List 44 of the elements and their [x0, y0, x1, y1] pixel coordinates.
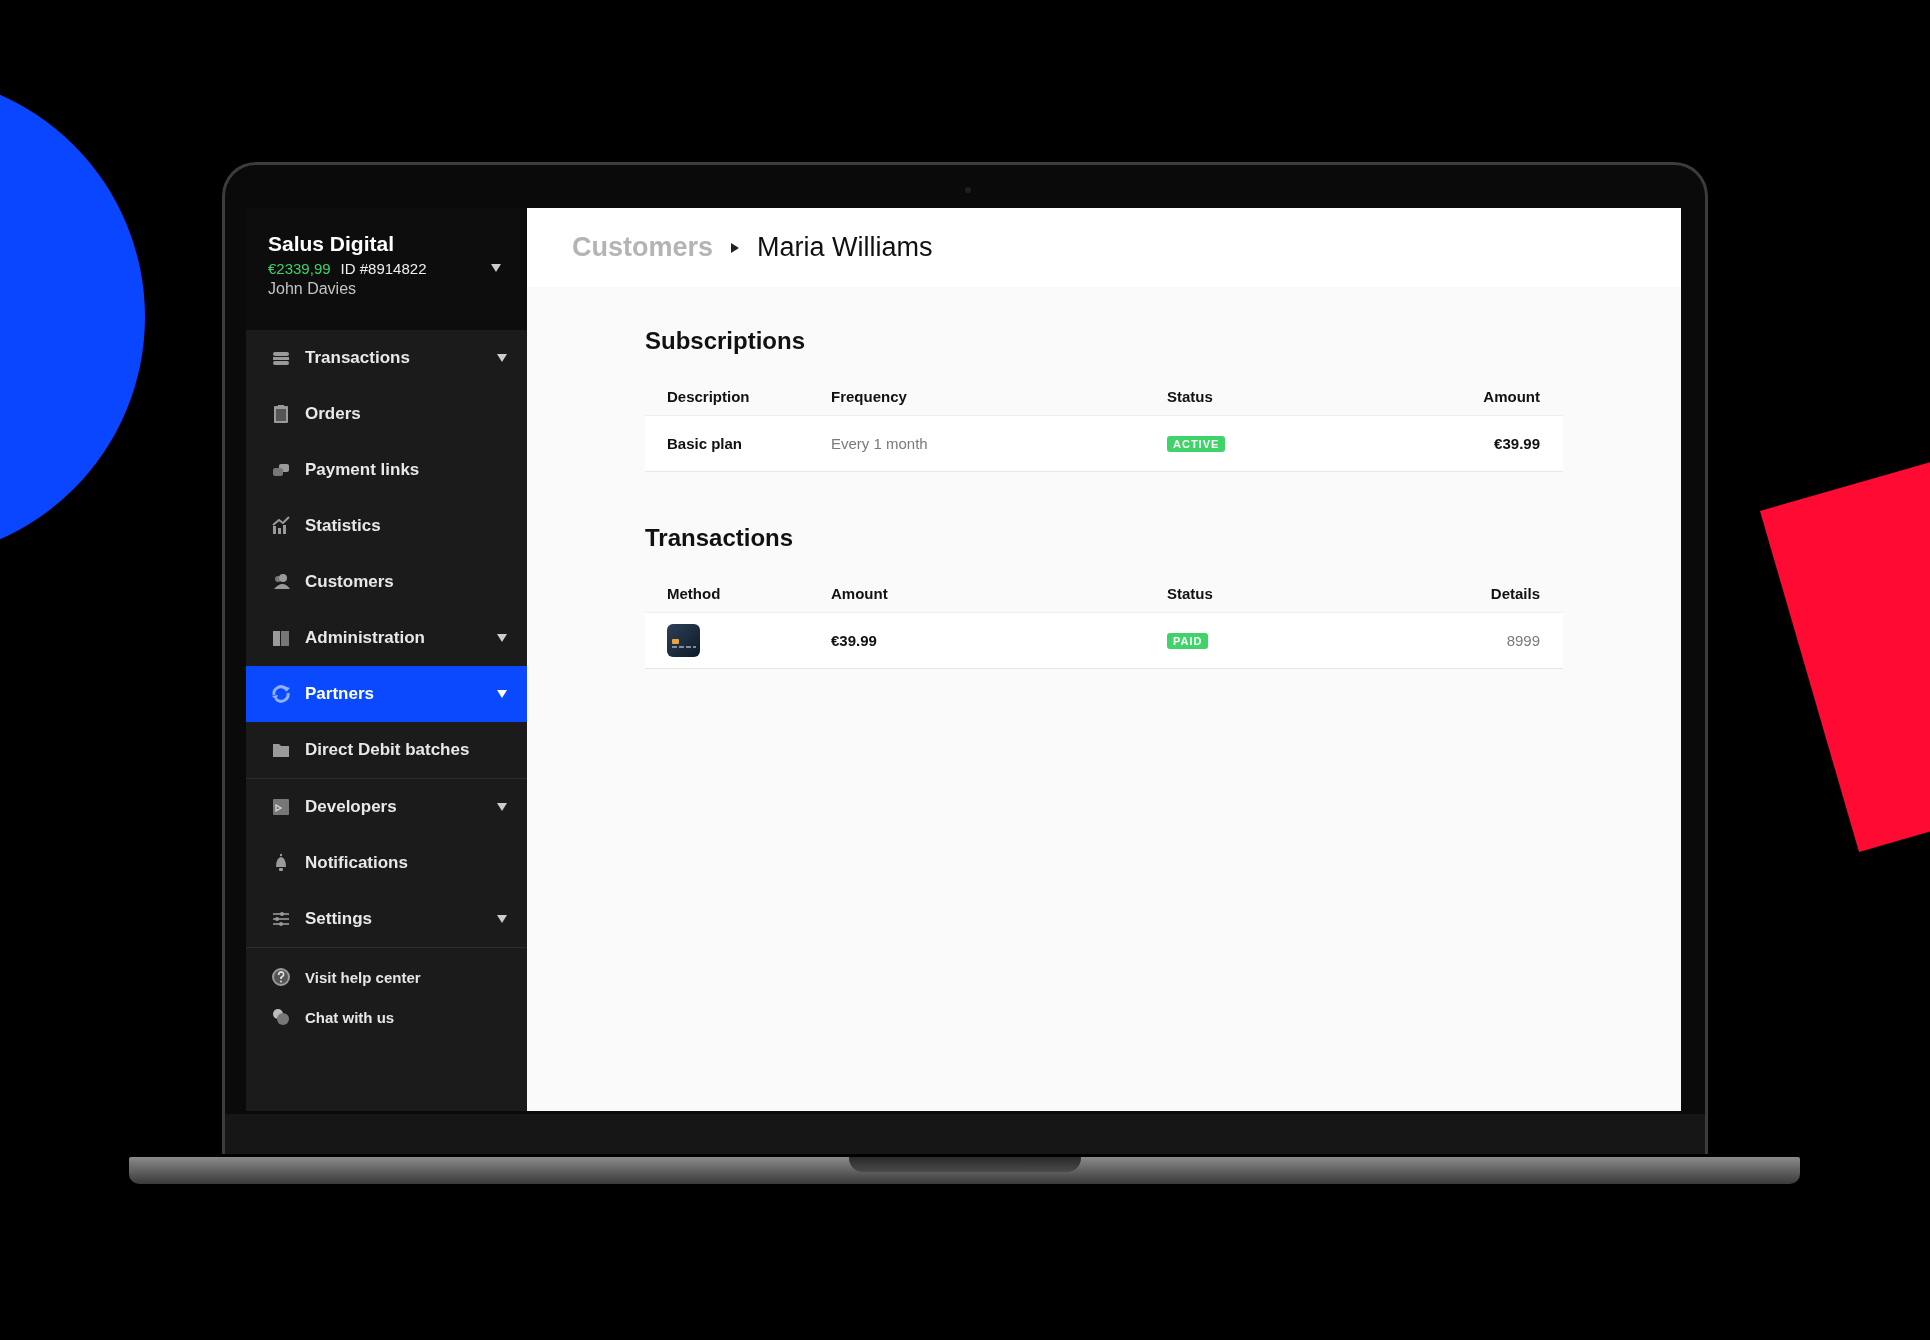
chat-bubbles-icon	[270, 1006, 292, 1028]
status-badge: PAID	[1167, 632, 1209, 649]
chevron-icon	[731, 242, 740, 253]
user-name: John Davies	[268, 280, 357, 298]
column-header: Status	[1167, 584, 1213, 602]
account-id: ID #8914822	[340, 260, 427, 277]
sidebar-item[interactable]: Customers	[246, 554, 527, 610]
chart-icon	[270, 515, 292, 537]
sidebar-item[interactable]: Statistics	[246, 498, 527, 554]
page-title: Maria Williams	[757, 232, 933, 263]
sidebar-item[interactable]: Settings	[246, 891, 527, 947]
sync-arrows-icon	[270, 683, 292, 705]
table-cell: 8999	[1506, 632, 1540, 649]
sidebar-item[interactable]: Developers	[246, 779, 527, 835]
sidebar-item[interactable]: Notifications	[246, 835, 527, 891]
play-square-icon	[270, 796, 292, 818]
table-cell: €39.99	[1494, 435, 1540, 452]
help-icon	[270, 966, 292, 988]
sidebar-item[interactable]: Partners	[246, 666, 527, 722]
table-cell: Basic plan	[667, 435, 743, 452]
account-name: Salus Digital	[268, 232, 395, 256]
sidebar-item[interactable]: Direct Debit batches	[246, 722, 527, 778]
section-title: Subscriptions	[645, 327, 806, 355]
sidebar-item[interactable]: Orders	[246, 386, 527, 442]
column-header: Description	[667, 387, 750, 405]
column-header: Amount	[831, 584, 888, 602]
caret-icon	[491, 264, 501, 272]
column-header: Frequency	[831, 387, 907, 405]
camera-lens	[965, 187, 971, 193]
column-header: Method	[667, 584, 721, 602]
sidebar-item[interactable]: Transactions	[246, 330, 527, 386]
account-balance: €2339,99	[268, 260, 331, 277]
column-header: Amount	[1483, 387, 1540, 405]
card-icon	[667, 624, 700, 657]
column-header: Status	[1167, 387, 1213, 405]
sidebar-link[interactable]: Visit help center	[246, 962, 445, 992]
sidebar-item[interactable]: Payment links	[246, 442, 527, 498]
sidebar-link[interactable]: Chat with us	[246, 1002, 419, 1032]
column-header: Details	[1490, 584, 1540, 602]
table-cell: Every 1 month	[831, 435, 928, 452]
status-badge: ACTIVE	[1167, 435, 1226, 452]
sidebar-item[interactable]: Administration	[246, 610, 527, 666]
section-title: Transactions	[645, 524, 794, 552]
table-cell: €39.99	[831, 632, 877, 649]
